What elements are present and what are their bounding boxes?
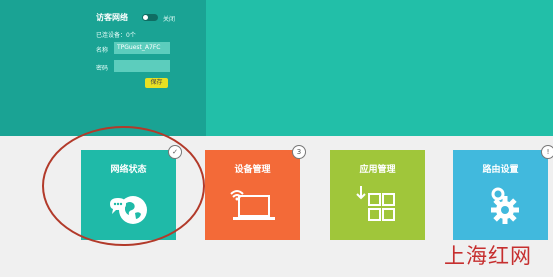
alert-badge: ! [541,145,553,159]
apps-grid-icon [330,182,425,232]
tile-app-management[interactable]: 应用管理 [330,150,425,240]
tile-title: 路由设置 [482,165,519,175]
tile-title: 应用管理 [359,165,396,175]
password-label: 密码 [96,65,109,72]
highlight-circle [42,126,205,246]
tile-title: 设备管理 [234,165,271,175]
save-button[interactable]: 保存 [145,78,168,88]
toggle-knob [143,15,148,20]
guest-network-panel: 访客网络 关闭 已连设备：0个 名称 TPGuest_A7FC 密码 保存 [0,0,206,136]
device-count-badge: 3 [292,145,306,159]
guest-network-toggle[interactable] [142,14,158,21]
password-field[interactable] [114,60,170,72]
gear-icon [453,180,548,234]
laptop-icon [205,180,300,232]
ssid-label: 名称 [96,47,109,54]
tile-router-settings[interactable]: 路由设置 [453,150,548,240]
toggle-state-label: 关闭 [163,16,176,23]
guest-network-title: 访客网络 [96,13,128,22]
tile-device-management[interactable]: 设备管理 [205,150,300,240]
watermark-logo: 上海红网 [444,244,532,268]
ssid-field[interactable]: TPGuest_A7FC [114,42,170,54]
connected-devices-text: 已连设备：0个 [96,32,136,39]
